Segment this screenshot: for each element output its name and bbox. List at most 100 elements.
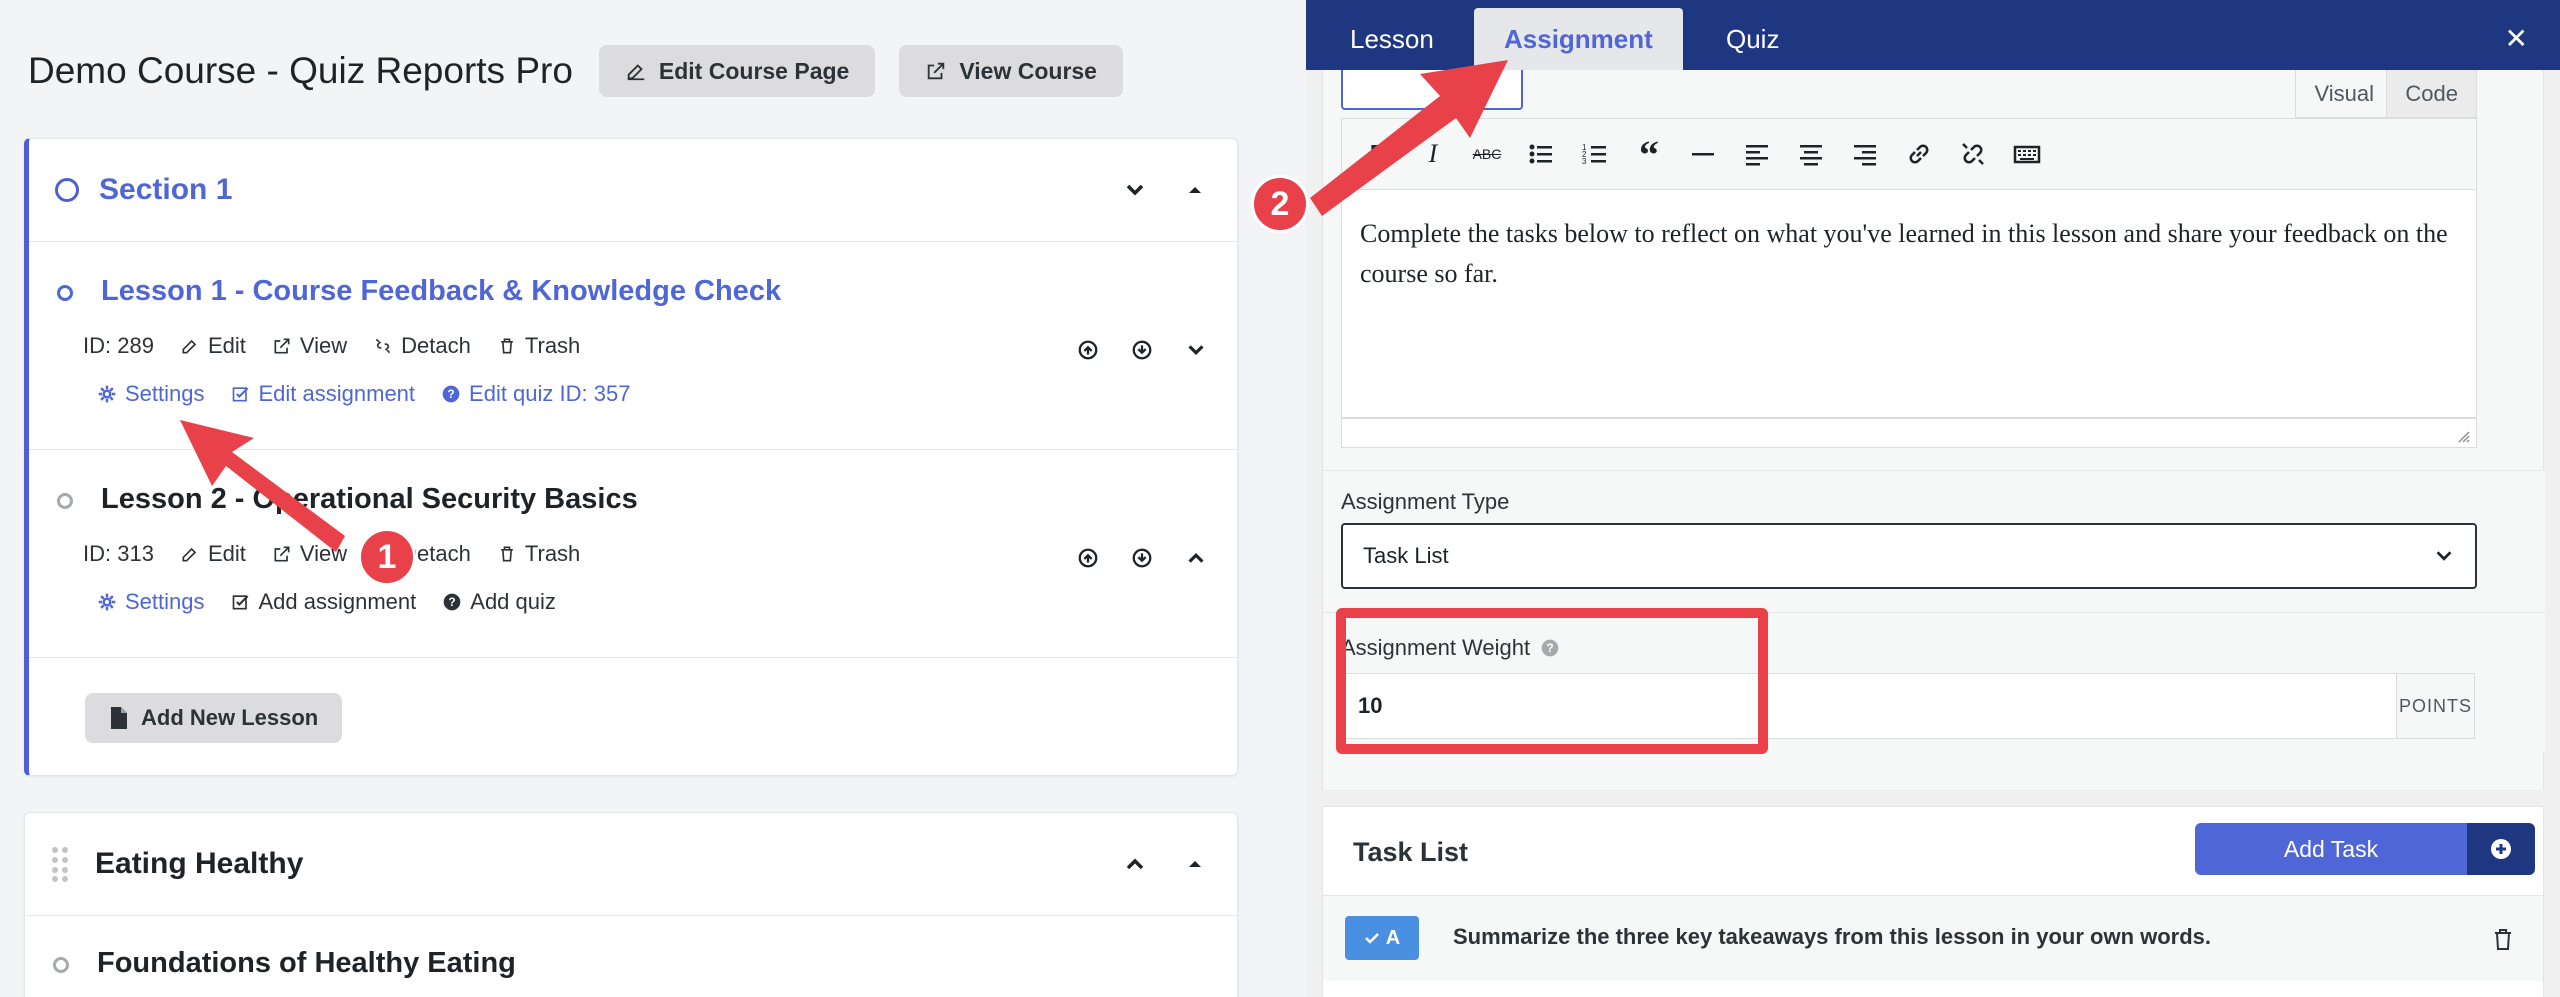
assignment-type-select[interactable]: Task List [1341,523,2477,589]
assignment-type-label: Assignment Type [1341,489,1510,514]
drag-handle-icon[interactable] [51,846,69,882]
edit-assignment-link[interactable]: Edit assignment [231,381,416,407]
lesson-meta-row: ID: 289 Edit View Detach Trash [83,333,606,359]
add-quiz-link[interactable]: ? Add quiz [442,589,556,615]
gear-icon [98,385,116,403]
italic-icon[interactable]: I [1416,137,1450,171]
question-circle-icon: ? [443,593,461,611]
align-right-icon[interactable] [1848,137,1882,171]
lesson-item: Lesson 2 - Operational Security Basics I… [29,449,1237,657]
chevron-down-icon[interactable] [1185,339,1207,361]
link-icon[interactable] [1902,137,1936,171]
bullet-list-icon[interactable] [1524,137,1558,171]
numbered-list-icon[interactable]: 123 [1578,137,1612,171]
view-course-button[interactable]: View Course [899,45,1123,97]
add-new-lesson-button[interactable]: Add New Lesson [85,693,343,743]
bold-icon[interactable]: B [1362,137,1396,171]
trash-link[interactable]: Trash [497,333,580,359]
weight-highlight-box [1336,608,1768,754]
lesson-item: Foundations of Healthy Eating [25,915,1237,997]
section-header[interactable]: Section 1 [29,139,1237,241]
edit-quiz-link[interactable]: ? Edit quiz ID: 357 [441,381,630,407]
keyboard-icon[interactable] [2010,137,2044,171]
move-down-icon[interactable] [1131,547,1153,569]
caret-up-icon[interactable] [1183,852,1207,876]
chevron-up-icon[interactable] [1123,852,1147,876]
unlink-icon[interactable] [1956,137,1990,171]
lesson-status-icon [53,957,69,973]
tab-assignment[interactable]: Assignment [1474,8,1683,70]
add-new-lesson-label: Add New Lesson [141,705,319,730]
section-header[interactable]: Eating Healthy [25,813,1237,915]
checkbox-edit-icon [232,387,248,402]
section-title: Eating Healthy [95,847,304,880]
caret-up-icon[interactable] [1183,178,1207,202]
edit-link[interactable]: Edit [180,333,246,359]
assignment-content-editor[interactable]: Complete the tasks below to reflect on w… [1341,190,2477,418]
section-title: Section 1 [99,173,233,206]
chevron-up-icon[interactable] [1185,547,1207,569]
align-center-icon[interactable] [1794,137,1828,171]
move-down-icon[interactable] [1131,339,1153,361]
trash-icon[interactable] [2493,928,2513,950]
detach-link[interactable]: Detach [373,333,471,359]
task-text[interactable]: Summarize the three key takeaways from t… [1453,924,2211,950]
horizontal-rule-icon[interactable] [1686,137,1720,171]
course-builder: Demo Course - Quiz Reports Pro Edit Cour… [0,0,1306,997]
code-tab[interactable]: Code [2386,70,2477,118]
settings-label: Settings [125,589,205,614]
align-left-icon[interactable] [1740,137,1774,171]
section-controls [1123,178,1207,202]
settings-link[interactable]: Settings [97,589,205,615]
section-card-1: Section 1 Lesson 1 - Course Feedback & K… [24,138,1238,776]
settings-link[interactable]: Settings [97,381,205,407]
lesson-item: Lesson 1 - Course Feedback & Knowledge C… [29,241,1237,449]
tab-lesson[interactable]: Lesson [1350,8,1434,70]
lesson-status-icon [57,493,73,509]
chevron-down-icon[interactable] [1123,178,1147,202]
task-list-title: Task List [1353,837,1469,867]
view-link[interactable]: View [272,541,347,567]
view-link[interactable]: View [272,333,347,359]
edit-course-page-button[interactable]: Edit Course Page [598,45,876,97]
add-task-button[interactable]: Add Task [2195,823,2535,875]
external-link-icon [274,546,290,562]
svg-text:?: ? [447,388,454,401]
task-badge[interactable]: A [1345,916,1419,960]
trash-link[interactable]: Trash [497,541,580,567]
view-label: View [299,541,348,566]
add-assignment-label: Add assignment [258,589,417,614]
task-list-card: Task List Add Task A Summarize the three… [1322,806,2544,997]
tab-quiz[interactable]: Quiz [1726,8,1779,70]
lesson-title[interactable]: Lesson 1 - Course Feedback & Knowledge C… [101,275,781,308]
trash-icon [501,338,513,354]
blockquote-icon[interactable]: “ [1632,132,1666,177]
visual-tab[interactable]: Visual [2295,70,2393,118]
edit-link[interactable]: Edit [180,541,246,567]
lesson-title[interactable]: Foundations of Healthy Eating [97,947,516,980]
move-up-icon[interactable] [1077,339,1099,361]
divider [29,657,1237,658]
lesson-settings-panel: Lesson Assignment Quiz ✕ Visual Code B I… [1306,0,2560,997]
lesson-links-row: Settings Add assignment ? Add quiz [97,589,582,615]
edit-assignment-label: Edit assignment [258,381,416,406]
lesson-title[interactable]: Lesson 2 - Operational Security Basics [101,483,638,516]
strikethrough-icon[interactable]: ABC [1470,137,1504,171]
add-assignment-link[interactable]: Add assignment [231,589,417,615]
chevron-down-icon [2436,551,2452,561]
add-quiz-label: Add quiz [470,589,556,614]
lesson-id: ID: 313 [83,541,154,566]
edit-label: Edit [207,333,246,358]
resize-grip-icon[interactable] [2456,429,2470,443]
move-up-icon[interactable] [1077,547,1099,569]
trash-label: Trash [524,541,581,566]
editor-status-bar [1341,418,2477,448]
external-link-icon [274,338,290,354]
add-media-button[interactable] [1341,70,1523,110]
editor-toolbar: B I ABC 123 “ [1341,118,2477,190]
close-icon[interactable]: ✕ [2505,22,2528,55]
task-badge-letter: A [1385,926,1401,949]
svg-text:3: 3 [1582,157,1587,166]
assignment-type-value: Task List [1363,543,1449,568]
plus-circle-icon [2467,823,2535,875]
